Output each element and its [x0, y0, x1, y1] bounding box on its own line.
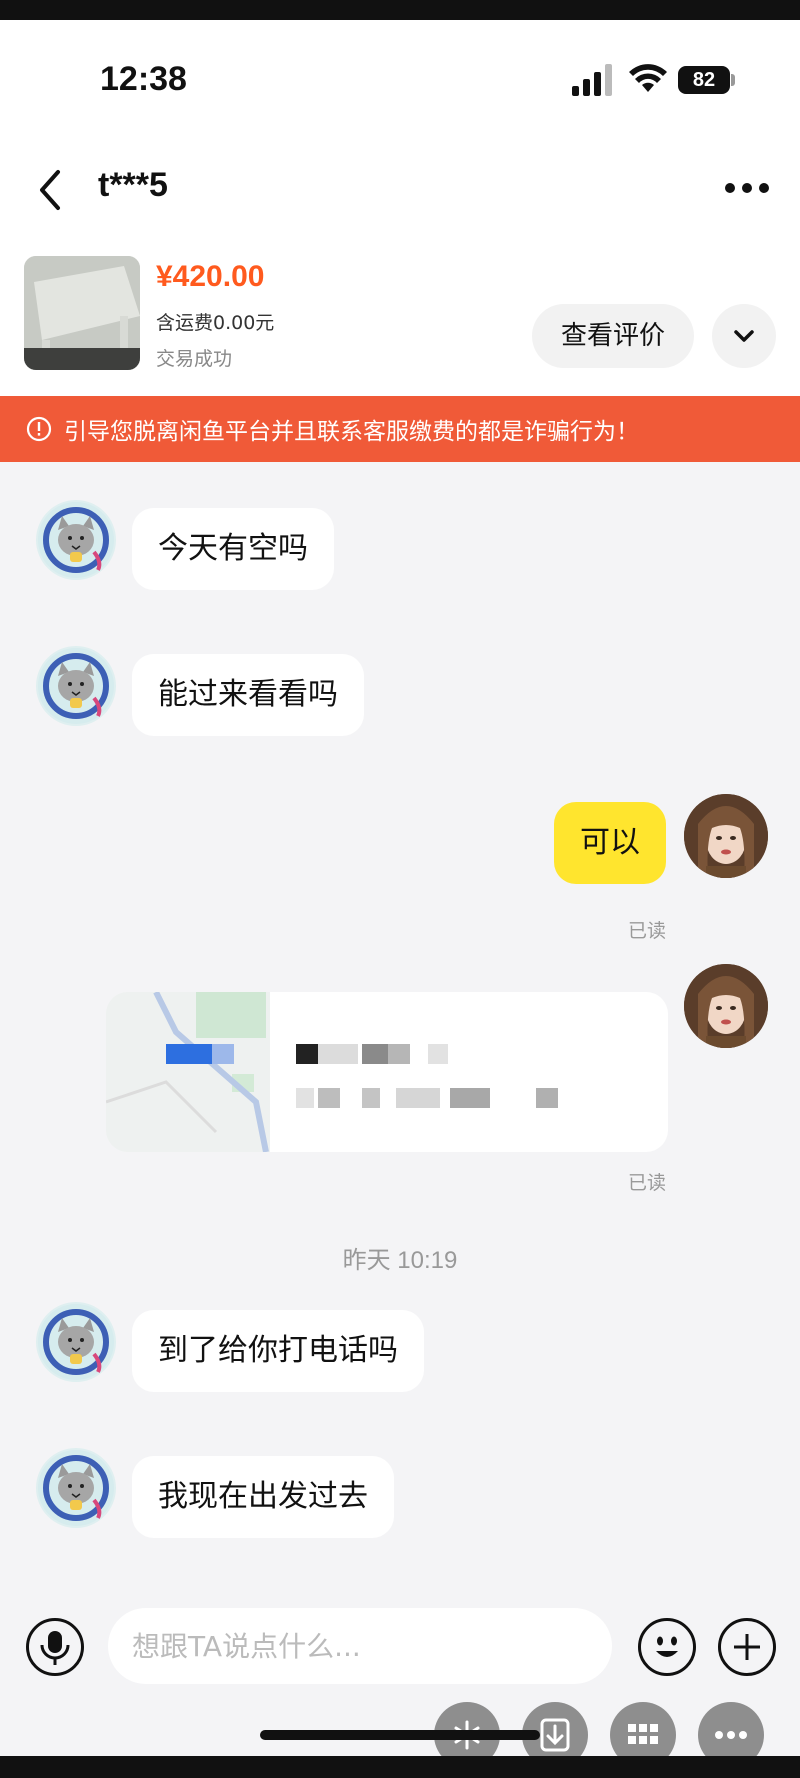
blurred-text: [388, 1044, 410, 1064]
chevron-down-icon: [734, 330, 754, 342]
cat-avatar-icon: [38, 502, 114, 578]
battery-indicator: 82: [678, 66, 730, 94]
my-avatar[interactable]: [684, 964, 768, 1048]
portrait-avatar-icon: [684, 794, 768, 878]
map-icon: [106, 992, 270, 1152]
status-time: 12:38: [100, 60, 187, 98]
blurred-text: [362, 1088, 380, 1108]
blurred-text: [318, 1088, 340, 1108]
warning-text: 引导您脱离闲鱼平台并且联系客服缴费的都是诈骗行为！: [64, 419, 639, 445]
back-icon[interactable]: [34, 168, 70, 212]
contact-avatar[interactable]: [36, 1448, 116, 1528]
smiley-icon: [656, 1636, 678, 1657]
sparkle-icon: [454, 1720, 480, 1750]
product-shipping: 含运费0.00元: [156, 312, 275, 334]
grid-icon: [628, 1724, 658, 1744]
read-receipt: 已读: [628, 920, 667, 942]
emoji-button[interactable]: [638, 1618, 696, 1676]
chat-screen: 12:38 82 t***5 ¥420.00 含运费0.00元 交易成功 查看评…: [0, 20, 800, 1756]
microphone-icon: [40, 1631, 70, 1665]
blurred-text: [450, 1088, 490, 1108]
fraud-warning-banner: 引导您脱离闲鱼平台并且联系客服缴费的都是诈骗行为！: [0, 396, 800, 462]
blurred-text: [428, 1044, 448, 1064]
location-map-thumbnail: [106, 992, 270, 1152]
home-indicator[interactable]: [260, 1730, 540, 1740]
contact-avatar[interactable]: [36, 500, 116, 580]
cat-avatar-icon: [38, 1450, 114, 1526]
download-tool-button[interactable]: [522, 1702, 588, 1756]
product-thumbnail[interactable]: [24, 256, 140, 370]
grid-tool-button[interactable]: [610, 1702, 676, 1756]
view-review-button[interactable]: 查看评价: [532, 304, 694, 368]
location-card[interactable]: [106, 992, 668, 1152]
message-bubble[interactable]: 能过来看看吗: [132, 654, 364, 736]
message-bubble[interactable]: 到了给你打电话吗: [132, 1310, 424, 1392]
read-receipt: 已读: [628, 1172, 667, 1194]
expand-button[interactable]: [712, 304, 776, 368]
contact-avatar[interactable]: [36, 646, 116, 726]
warning-icon: [26, 416, 52, 442]
voice-button[interactable]: [26, 1618, 84, 1676]
download-icon: [540, 1718, 570, 1752]
time-divider: 昨天 10:19: [342, 1247, 458, 1274]
portrait-avatar-icon: [684, 964, 768, 1048]
table-image-icon: [24, 256, 140, 370]
blurred-text: [362, 1044, 388, 1064]
sparkle-tool-button[interactable]: [434, 1702, 500, 1756]
add-attachment-button[interactable]: [718, 1618, 776, 1676]
blurred-text: [296, 1088, 314, 1108]
wifi-icon: [629, 64, 667, 92]
cat-avatar-icon: [38, 648, 114, 724]
more-tools-button[interactable]: [698, 1702, 764, 1756]
contact-avatar[interactable]: [36, 1302, 116, 1382]
plus-icon: [734, 1634, 760, 1660]
blurred-text: [396, 1088, 440, 1108]
signal-icon: [572, 64, 612, 96]
product-status: 交易成功: [156, 348, 233, 370]
blurred-text: [296, 1044, 318, 1064]
more-options-icon[interactable]: [724, 180, 770, 196]
message-bubble[interactable]: 今天有空吗: [132, 508, 334, 590]
blurred-text: [536, 1088, 558, 1108]
my-message-bubble[interactable]: 可以: [554, 802, 666, 884]
ellipsis-icon: [715, 1731, 747, 1739]
product-price: ¥420.00: [156, 260, 265, 293]
blurred-text: [318, 1044, 358, 1064]
my-avatar[interactable]: [684, 794, 768, 878]
chat-title: t***5: [98, 166, 168, 204]
battery-tip: [731, 74, 735, 86]
cat-avatar-icon: [38, 1304, 114, 1380]
message-input[interactable]: [108, 1608, 612, 1684]
message-bubble[interactable]: 我现在出发过去: [132, 1456, 394, 1538]
